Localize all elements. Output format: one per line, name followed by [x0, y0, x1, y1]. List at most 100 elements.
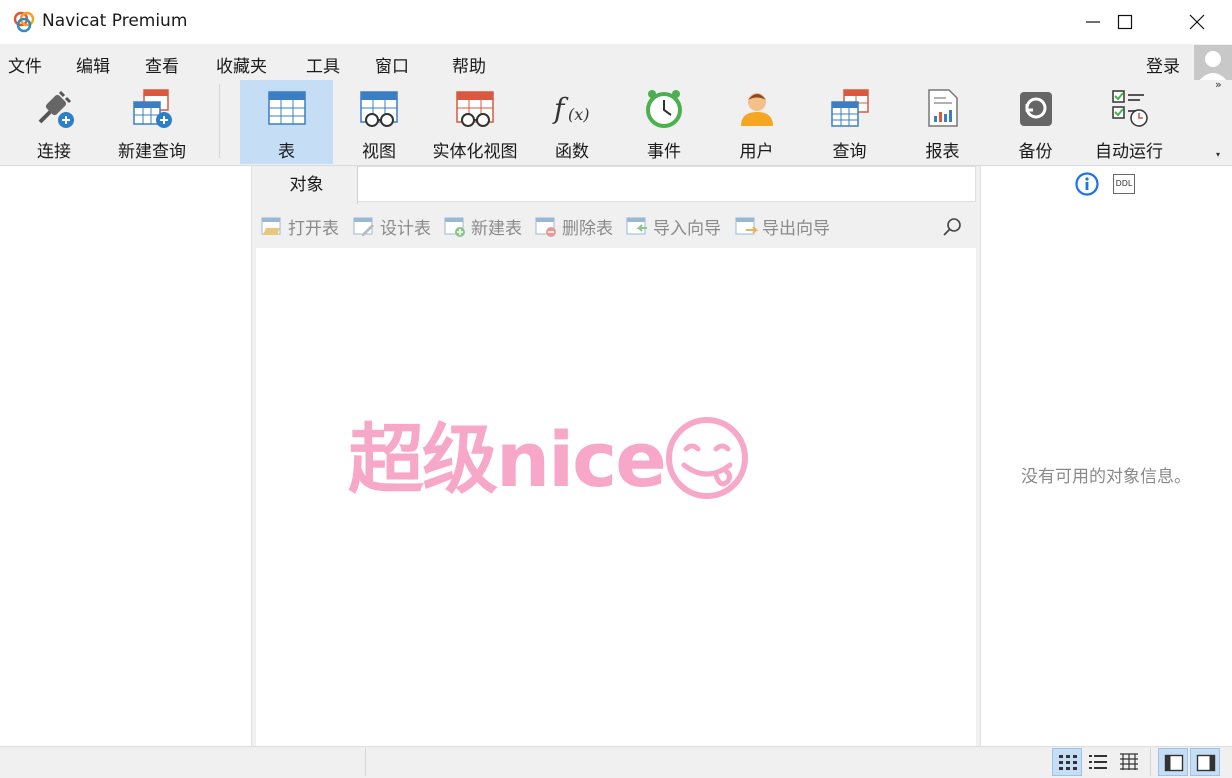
open-table-label: 打开表 — [288, 218, 339, 239]
menu-view[interactable]: 查看 — [145, 52, 179, 77]
connect-label: 连接 — [37, 142, 71, 162]
toolbar-overflow-icon[interactable]: » — [1215, 78, 1222, 91]
open-table-button[interactable]: 打开表 — [260, 214, 339, 239]
function-icon: f (x) — [552, 92, 590, 125]
svg-text:(x): (x) — [568, 105, 590, 124]
auto-run-button[interactable]: 自动运行 — [1082, 80, 1176, 164]
menu-window[interactable]: 窗口 — [375, 52, 409, 77]
event-button[interactable]: 事件 — [618, 80, 710, 164]
main-toolbar: 连接 ▾ 新建查询 表 视图 实体化视图 — [0, 80, 1232, 203]
event-label: 事件 — [647, 142, 681, 162]
clock-icon — [646, 90, 682, 128]
user-avatar[interactable] — [1194, 45, 1232, 83]
list-view-button[interactable] — [1083, 748, 1113, 776]
maximize-icon — [1117, 14, 1133, 30]
menu-bar: 文件 编辑 查看 收藏夹 工具 窗口 帮助 — [0, 44, 1232, 80]
delete-table-label: 删除表 — [562, 218, 613, 239]
delete-table-button[interactable]: 删除表 — [534, 214, 613, 239]
toggle-right-pane-button[interactable] — [1190, 748, 1220, 776]
watermark: 超级nice — [348, 410, 758, 510]
backup-label: 备份 — [1018, 142, 1053, 162]
new-query-button[interactable]: 新建查询 — [108, 80, 196, 164]
info-icon[interactable] — [1075, 172, 1099, 196]
toolbar-separator — [219, 84, 220, 158]
report-icon — [927, 89, 958, 127]
title-bar: Navicat Premium — [0, 0, 1232, 44]
export-wizard-label: 导出向导 — [762, 218, 830, 239]
plug-icon — [38, 90, 74, 128]
connect-button[interactable]: 连接 — [14, 80, 94, 164]
tab-strip — [358, 166, 976, 202]
view-icon — [360, 91, 398, 127]
design-table-label: 设计表 — [380, 218, 431, 239]
status-bar — [0, 746, 1232, 778]
close-button[interactable] — [1162, 0, 1232, 44]
menu-edit[interactable]: 编辑 — [76, 52, 110, 77]
materialized-view-icon — [456, 91, 494, 127]
ddl-icon[interactable]: DDL — [1113, 174, 1135, 194]
status-separator — [365, 748, 366, 776]
query-icon — [830, 89, 869, 127]
maximize-button[interactable] — [1090, 0, 1160, 44]
materialized-view-button[interactable]: 实体化视图 — [426, 80, 524, 164]
function-button[interactable]: f (x) 函数 — [526, 80, 618, 164]
smile-tongue-icon — [666, 417, 748, 499]
status-separator-2 — [1150, 748, 1151, 776]
auto-run-label: 自动运行 — [1095, 142, 1163, 162]
info-pane — [980, 166, 1232, 746]
svg-text:f: f — [552, 92, 569, 125]
view-button[interactable]: 视图 — [333, 80, 425, 164]
report-button[interactable]: 报表 — [896, 80, 989, 164]
table-label: 表 — [278, 142, 295, 162]
watermark-text: 超级nice — [348, 415, 667, 504]
materialized-view-label: 实体化视图 — [432, 142, 518, 162]
close-icon — [1189, 14, 1205, 30]
import-icon — [626, 217, 647, 235]
new-query-label: 新建查询 — [118, 142, 186, 162]
menu-help[interactable]: 帮助 — [452, 52, 486, 77]
table-icon — [267, 91, 306, 125]
export-wizard-button[interactable]: 导出向导 — [734, 214, 830, 239]
delete-table-icon — [535, 217, 556, 237]
menu-file[interactable]: 文件 — [8, 52, 42, 77]
export-icon — [735, 217, 758, 235]
report-label: 报表 — [925, 142, 960, 162]
no-info-message: 没有可用的对象信息。 — [1021, 467, 1191, 487]
tab-objects[interactable]: 对象 — [256, 166, 358, 204]
login-link[interactable]: 登录 — [1146, 52, 1180, 77]
toolbar-customize-icon[interactable]: ▾ — [1216, 150, 1220, 159]
grid-view-button[interactable] — [1052, 748, 1082, 776]
right-pane-icon — [1196, 754, 1216, 772]
query-button[interactable]: 查询 — [803, 80, 896, 164]
import-wizard-label: 导入向导 — [653, 218, 721, 239]
app-title: Navicat Premium — [42, 11, 188, 31]
search-icon[interactable] — [942, 216, 964, 238]
detail-view-icon — [1120, 753, 1138, 770]
left-pane-icon — [1164, 754, 1184, 772]
design-table-icon — [353, 217, 374, 236]
user-label: 用户 — [739, 142, 774, 162]
table-button[interactable]: 表 — [240, 80, 333, 164]
list-view-icon — [1089, 755, 1107, 769]
menu-favorites[interactable]: 收藏夹 — [216, 52, 267, 77]
design-table-button[interactable]: 设计表 — [352, 214, 431, 239]
view-label: 视图 — [362, 142, 396, 162]
schedule-icon — [1112, 90, 1148, 127]
navicat-logo-icon — [13, 11, 35, 33]
object-toolbar: 打开表 设计表 新建表 删除表 导入向导 导出向导 — [256, 206, 976, 246]
user-button[interactable]: 用户 — [710, 80, 803, 164]
detail-view-button[interactable] — [1114, 748, 1144, 776]
import-wizard-button[interactable]: 导入向导 — [625, 214, 721, 239]
open-table-icon — [261, 217, 281, 235]
toggle-left-pane-button[interactable] — [1158, 748, 1188, 776]
query-label: 查询 — [832, 142, 867, 162]
function-label: 函数 — [555, 142, 589, 162]
menu-tools[interactable]: 工具 — [306, 52, 340, 77]
backup-button[interactable]: 备份 — [989, 80, 1082, 164]
new-table-label: 新建表 — [471, 218, 522, 239]
backup-icon — [1019, 92, 1052, 126]
connection-tree-pane[interactable] — [0, 166, 252, 746]
grid-view-icon — [1059, 755, 1077, 770]
new-table-button[interactable]: 新建表 — [443, 214, 522, 239]
new-query-icon — [133, 89, 172, 128]
